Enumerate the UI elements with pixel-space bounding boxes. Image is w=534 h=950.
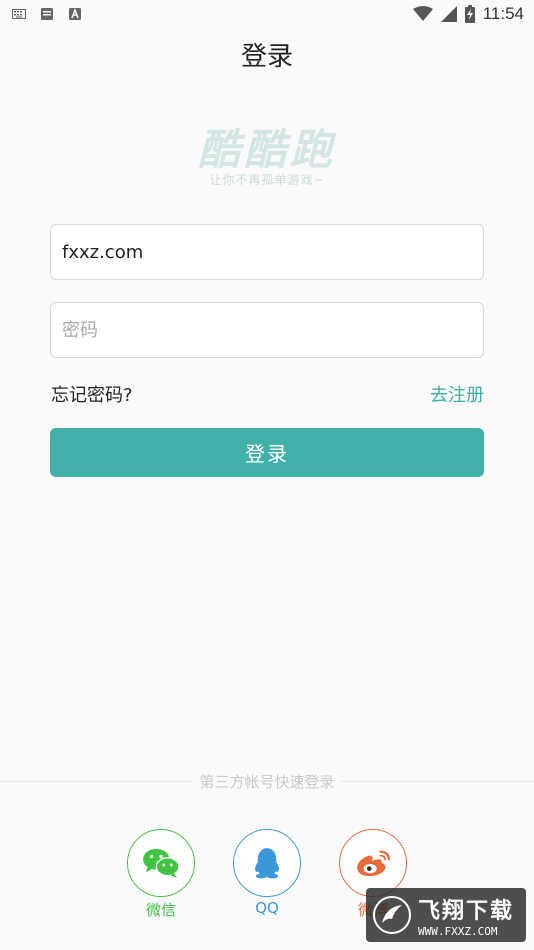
keyboard-icon — [12, 9, 26, 19]
third-party-label: 第三方帐号快速登录 — [0, 771, 534, 792]
status-bar: 11:54 — [0, 0, 534, 28]
third-party-label-text: 第三方帐号快速登录 — [193, 773, 341, 791]
wechat-icon — [143, 848, 180, 879]
watermark-title: 飞翔下载 — [418, 898, 515, 924]
qq-icon — [255, 848, 279, 879]
register-link[interactable]: 去注册 — [430, 381, 484, 407]
page-title: 登录 — [240, 42, 293, 72]
weibo-circle[interactable] — [339, 829, 407, 897]
wifi-icon — [412, 6, 433, 21]
wechat-circle[interactable] — [127, 829, 195, 897]
qq-label: QQ — [255, 899, 279, 917]
watermark-url: WWW.FXXZ.COM — [418, 924, 498, 938]
logo-text: 酷酷跑 — [197, 125, 336, 174]
forgot-password-link[interactable]: 忘记密码? — [51, 381, 133, 407]
mail-icon — [41, 8, 53, 20]
battery-charging-icon — [464, 5, 475, 23]
password-field-container — [50, 302, 484, 358]
watermark: 飞翔下载 WWW.FXXZ.COM — [366, 888, 526, 942]
app-logo: 酷酷跑 让你不再孤单游戏~ — [150, 116, 384, 196]
wechat-label: 微信 — [145, 901, 176, 919]
weibo-icon — [357, 850, 391, 877]
login-button[interactable]: 登录 — [50, 428, 484, 477]
font-icon — [69, 8, 81, 20]
status-time: 11:54 — [482, 4, 524, 23]
status-right: 11:54 — [412, 4, 524, 24]
wechat-login-button[interactable]: 微信 — [127, 829, 195, 920]
watermark-text: 飞翔下载 WWW.FXXZ.COM — [418, 893, 514, 938]
password-input[interactable] — [51, 303, 483, 357]
fxxz-logo-icon — [373, 896, 411, 934]
signal-icon — [440, 6, 457, 22]
username-input[interactable] — [51, 225, 483, 279]
qq-login-button[interactable]: QQ — [233, 829, 301, 917]
status-left — [12, 8, 82, 20]
logo-slogan: 让你不再孤单游戏~ — [209, 173, 325, 187]
username-field-container — [50, 224, 484, 280]
qq-circle[interactable] — [233, 829, 301, 897]
